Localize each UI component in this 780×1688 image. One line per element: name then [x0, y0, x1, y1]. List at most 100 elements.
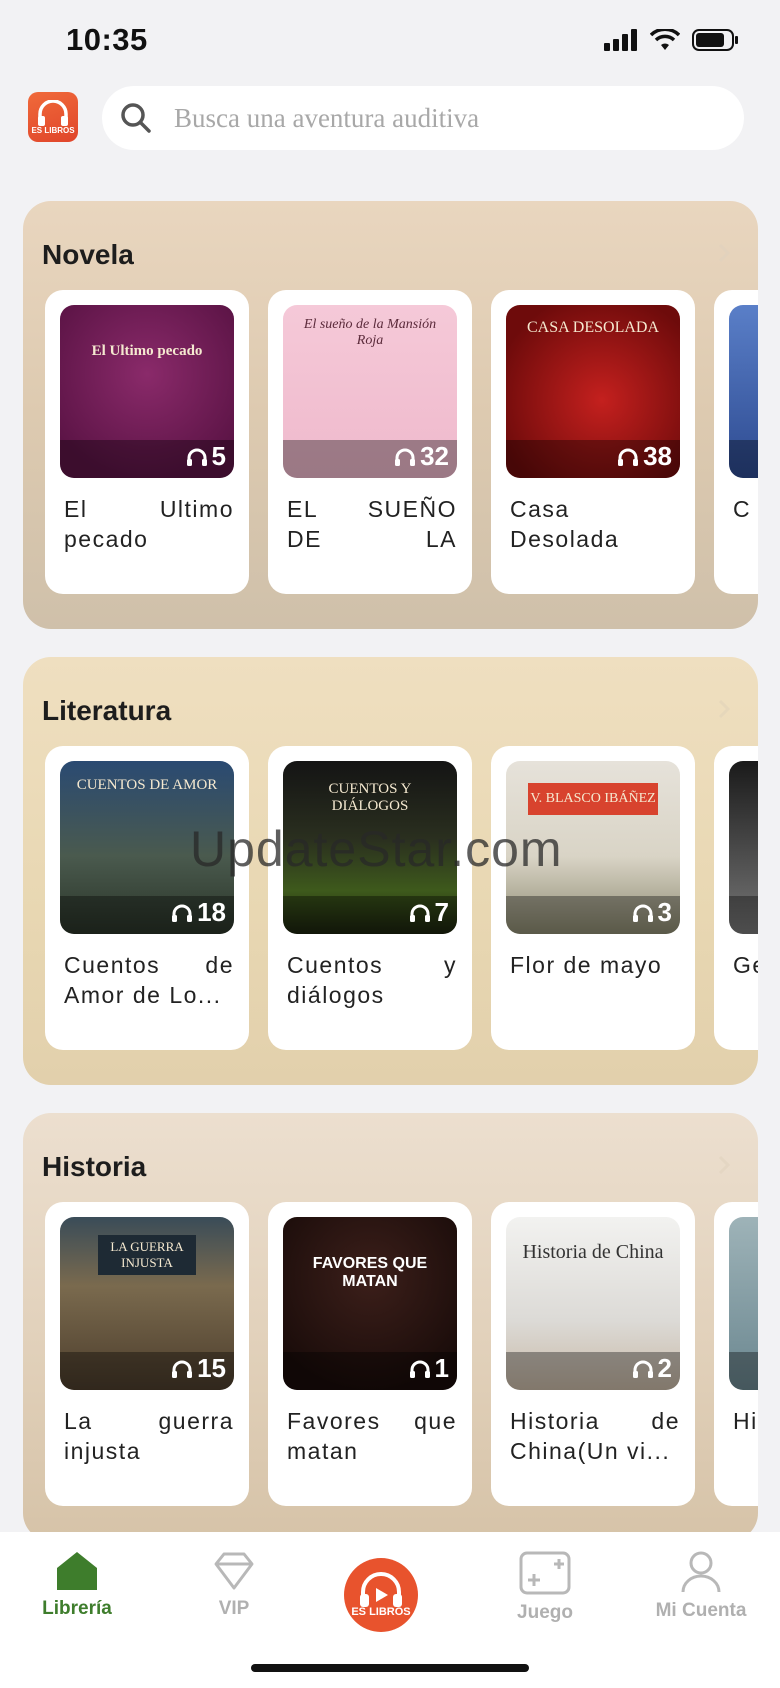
tab-juego[interactable]: Juego — [470, 1550, 620, 1624]
book-cover — [729, 305, 758, 478]
headphones-icon — [632, 1360, 653, 1378]
book-card[interactable]: Ge — [714, 746, 758, 1050]
book-card[interactable]: FAVORES QUE MATAN 1 Favores que matan — [268, 1202, 472, 1506]
chevron-right-icon[interactable] — [712, 697, 736, 721]
book-cover — [729, 1217, 758, 1390]
home-indicator — [251, 1664, 529, 1672]
signal-icon — [604, 29, 637, 51]
book-card[interactable]: CUENTOS Y DIÁLOGOS 7 Cuentos y diálogos — [268, 746, 472, 1050]
book-title: Cuentos y diálogos — [287, 952, 457, 1008]
book-title: La guerra injusta — [64, 1408, 234, 1464]
listen-count-value: 38 — [643, 441, 672, 471]
book-title: El Ultimo pecado — [64, 496, 234, 552]
book-card[interactable]: His vic — [714, 1202, 758, 1506]
book-title: Flor de mayo — [510, 952, 663, 978]
listen-count: 32 — [394, 441, 449, 472]
section-title: Historia — [42, 1151, 147, 1182]
book-title: Casa Desolada Vo... — [510, 496, 620, 552]
book-card[interactable]: LA GUERRA INJUSTA 15 La guerra injusta — [45, 1202, 249, 1506]
tab-libreria[interactable]: Librería — [2, 1550, 152, 1620]
tab-label: VIP — [218, 1598, 250, 1619]
listen-count-value: 5 — [211, 441, 226, 471]
section-literatura: Literatura CUENTOS DE AMOR 18 Cuentos de… — [23, 657, 758, 1085]
listen-count-value: 3 — [657, 897, 672, 927]
book-cover: V. BLASCO IBÁÑEZ 3 — [506, 761, 680, 934]
player-button[interactable]: ES LIBROS — [344, 1558, 418, 1632]
battery-icon — [692, 29, 738, 51]
section-novela: Novela El Ultimo pecado 5 El Ultimo peca… — [23, 201, 758, 629]
cover-text: LA GUERRA INJUSTA — [98, 1235, 196, 1275]
tab-label: Mi Cuenta — [655, 1600, 747, 1621]
headphones-icon — [409, 1360, 430, 1378]
listen-count-value: 32 — [420, 441, 449, 471]
status-bar: 10:35 — [0, 0, 780, 80]
diamond-icon — [214, 1552, 254, 1590]
book-cover: LA GUERRA INJUSTA 15 — [60, 1217, 234, 1390]
book-cover: Historia de China 2 — [506, 1217, 680, 1390]
cover-text: CUENTOS DE AMOR — [76, 777, 218, 793]
book-cover: El Ultimo pecado 5 — [60, 305, 234, 478]
cover-text: FAVORES QUE MATAN — [312, 1255, 428, 1290]
cover-text: El Ultimo pecado — [91, 343, 203, 359]
search-input[interactable]: Busca una aventura auditiva — [102, 86, 744, 150]
listen-count-value: 18 — [197, 897, 226, 927]
headphones-icon — [172, 904, 193, 922]
book-cover: CUENTOS DE AMOR 18 — [60, 761, 234, 934]
listen-count-value: 15 — [197, 1353, 226, 1383]
user-icon — [681, 1551, 721, 1593]
search-placeholder: Busca una aventura auditiva — [174, 102, 480, 133]
book-carousel[interactable]: El Ultimo pecado 5 El Ultimo pecado El s… — [45, 290, 758, 594]
tab-vip[interactable]: VIP — [159, 1550, 309, 1620]
home-icon — [57, 1552, 97, 1590]
wifi-icon — [650, 29, 680, 50]
book-card[interactable]: El Ultimo pecado 5 El Ultimo pecado — [45, 290, 249, 594]
listen-count: 1 — [409, 1353, 449, 1384]
cover-text: V. BLASCO IBÁÑEZ — [528, 783, 658, 815]
book-card[interactable]: Historia de China 2 Historia de China(Un… — [491, 1202, 695, 1506]
listen-count: 15 — [171, 1353, 226, 1384]
status-time: 10:35 — [66, 22, 148, 57]
tab-mi-cuenta[interactable]: Mi Cuenta — [626, 1550, 776, 1622]
chevron-right-icon[interactable] — [712, 1153, 736, 1177]
book-title: Historia de China(Un vi... — [510, 1408, 680, 1464]
book-title: Cuentos de Amor de Lo... — [64, 952, 234, 1008]
cover-text: El sueño de la Mansión Roja — [303, 317, 437, 348]
listen-count: 38 — [617, 441, 672, 472]
gamepad-icon — [519, 1551, 571, 1595]
book-card[interactable]: CASA DESOLADA 38 Casa Desolada Vo... — [491, 290, 695, 594]
book-card[interactable]: El sueño de la Mansión Roja 32 EL SUEÑO … — [268, 290, 472, 594]
section-title: Literatura — [42, 695, 172, 726]
headphones-icon — [618, 448, 639, 466]
book-cover — [729, 761, 758, 934]
headphones-icon — [172, 1360, 193, 1378]
book-title: EL SUEÑO DE LA MANSIÓ... — [287, 496, 457, 552]
cover-text: CASA DESOLADA — [526, 319, 659, 336]
app-logo[interactable]: ES LIBROS — [28, 92, 78, 142]
headphones-icon — [395, 448, 416, 466]
book-card[interactable]: V. BLASCO IBÁÑEZ 3 Flor de mayo — [491, 746, 695, 1050]
section-title: Novela — [42, 239, 134, 270]
listen-count-value: 2 — [657, 1353, 672, 1383]
search-icon — [118, 100, 154, 136]
headphones-icon — [186, 448, 207, 466]
headphones-icon — [632, 904, 653, 922]
logo-text: ES LIBROS — [31, 125, 75, 135]
headphones-play-icon — [360, 1572, 402, 1607]
top-bar: ES LIBROS Busca una aventura auditiva — [0, 84, 780, 150]
cover-text: CUENTOS Y DIÁLOGOS — [328, 781, 412, 814]
tab-label: Librería — [42, 1598, 112, 1619]
chevron-right-icon[interactable] — [712, 241, 736, 265]
tab-label: Juego — [517, 1602, 573, 1623]
section-historia: Historia LA GUERRA INJUSTA 15 La guerra … — [23, 1113, 758, 1541]
listen-count-value: 7 — [434, 897, 449, 927]
book-title: C De — [733, 496, 758, 522]
book-carousel[interactable]: CUENTOS DE AMOR 18 Cuentos de Amor de Lo… — [45, 746, 758, 1050]
listen-count: 2 — [632, 1353, 672, 1384]
book-title: His vic — [733, 1408, 758, 1434]
book-carousel[interactable]: LA GUERRA INJUSTA 15 La guerra injusta F… — [45, 1202, 758, 1506]
status-icons — [604, 28, 740, 52]
book-card[interactable]: CUENTOS DE AMOR 18 Cuentos de Amor de Lo… — [45, 746, 249, 1050]
player-logo-text: ES LIBROS — [351, 1606, 411, 1618]
book-card[interactable]: C De — [714, 290, 758, 594]
listen-count: 3 — [632, 897, 672, 928]
